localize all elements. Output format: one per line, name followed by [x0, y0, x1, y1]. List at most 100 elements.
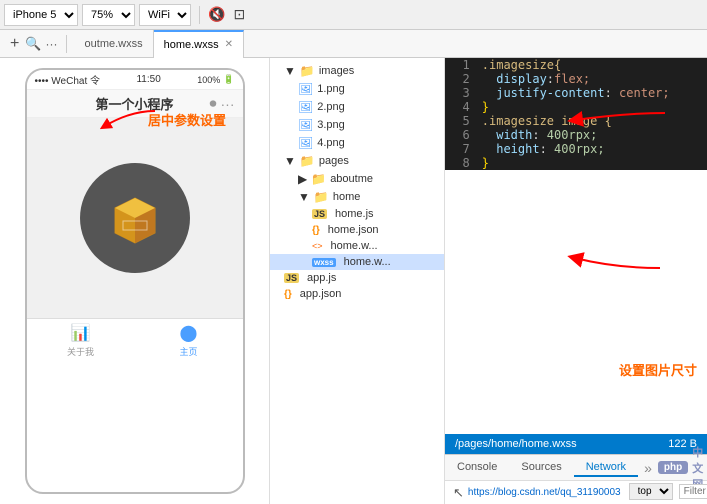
tree-aboutme-folder[interactable]: ▶ 📁 aboutme: [270, 170, 444, 188]
line-content-6: width: 400rpx;: [478, 128, 707, 142]
chevron-right-icon-aboutme: ▶: [298, 172, 307, 186]
phone-tab-home[interactable]: ⬤ 主页: [135, 319, 243, 362]
pages-folder-icon: 📁: [300, 154, 315, 168]
tree-home-wxml[interactable]: <> home.w...: [270, 238, 444, 254]
toolbar-separator-1: [199, 6, 200, 24]
battery-label: 100%: [197, 75, 220, 85]
phone-time: 11:50: [136, 74, 160, 85]
tree-app-js[interactable]: JS app.js: [270, 270, 444, 286]
tree-3png[interactable]: 🖼 3.png: [270, 116, 444, 134]
image-icon-4: 🖼: [298, 136, 313, 150]
aboutme-folder-icon: 📁: [311, 172, 326, 186]
filter-input[interactable]: [679, 484, 707, 499]
filter-row: top: [621, 483, 707, 502]
tab-more-button[interactable]: ···: [42, 37, 62, 51]
phone-image-circle: [80, 163, 190, 273]
bottom-tab-sources[interactable]: Sources: [509, 459, 573, 477]
code-editor[interactable]: 1 .imagesize{ 2 display:flex; 3 justify-…: [445, 58, 707, 170]
phone-tab-about-label: 关于我: [67, 345, 94, 358]
phone-tab-about[interactable]: 📊 关于我: [27, 319, 135, 362]
code-line-7: 7 height: 400rpx;: [445, 142, 707, 156]
line-content-2: display:flex;: [478, 72, 707, 86]
json-file-icon: {}: [312, 225, 320, 236]
phone-nav-title: 第一个小程序: [95, 94, 173, 113]
tree-pages-label: pages: [319, 155, 349, 167]
right-panel: 1 .imagesize{ 2 display:flex; 3 justify-…: [445, 58, 707, 504]
bottom-tab-console[interactable]: Console: [445, 459, 509, 477]
tree-4png-label: 4.png: [317, 137, 345, 149]
device-select[interactable]: iPhone 5: [4, 4, 78, 26]
tab-outme-wxss[interactable]: outme.wxss: [75, 30, 154, 58]
mute-button[interactable]: 🔇: [204, 4, 229, 25]
js-file-icon: JS: [312, 209, 327, 219]
code-line-6: 6 width: 400rpx;: [445, 128, 707, 142]
code-line-4: 4 }: [445, 100, 707, 114]
bottom-tab-network[interactable]: Network: [574, 459, 638, 477]
chevron-down-icon-pages: ▼: [284, 154, 296, 168]
phone-nav-bar: 第一个小程序 ··· ⏺: [27, 90, 243, 118]
tree-app-js-label: app.js: [307, 272, 336, 284]
folder-icon: 📁: [300, 64, 315, 78]
tab-home-label: home.wxss: [164, 39, 219, 51]
line-content-8: }: [478, 156, 707, 170]
battery-icon: 🔋: [223, 74, 234, 85]
network-select[interactable]: WiFi: [139, 4, 191, 26]
app-json-icon: {}: [284, 289, 292, 300]
fullscreen-button[interactable]: ⊡: [229, 4, 249, 25]
tree-2png[interactable]: 🖼 2.png: [270, 98, 444, 116]
chevron-down-icon: ▼: [284, 64, 296, 78]
cursor-icon: ↖: [453, 485, 464, 501]
tree-images-folder[interactable]: ▼ 📁 images: [270, 62, 444, 80]
phone-nav-dots: ···: [221, 96, 235, 112]
phone-simulator: •••• WeChat 令 11:50 100% 🔋 第一个小程序 ··· ⏺: [0, 58, 270, 504]
box-svg-icon: [105, 188, 165, 248]
tree-app-json[interactable]: {} app.json: [270, 286, 444, 302]
top-select[interactable]: top: [629, 483, 673, 500]
image-icon-1: 🖼: [298, 82, 313, 96]
file-path: /pages/home/home.wxss: [455, 438, 577, 450]
tab-add-button[interactable]: +: [4, 35, 25, 53]
tree-home-json[interactable]: {} home.json: [270, 222, 444, 238]
wechat-signal: •••• WeChat 令: [35, 72, 101, 87]
tree-home-js[interactable]: JS home.js: [270, 206, 444, 222]
tree-home-label: home: [333, 191, 361, 203]
code-line-2: 2 display:flex;: [445, 72, 707, 86]
app-js-icon: JS: [284, 273, 299, 283]
tree-1png[interactable]: 🖼 1.png: [270, 80, 444, 98]
phone-tab-about-icon: 📊: [71, 323, 91, 343]
line-num-1: 1: [445, 58, 478, 72]
wxss-file-icon: wxss: [312, 258, 336, 267]
code-editor-container: 1 .imagesize{ 2 display:flex; 3 justify-…: [445, 58, 707, 434]
bottom-tab-more[interactable]: »: [638, 460, 658, 476]
tree-home-js-label: home.js: [335, 208, 374, 220]
tree-4png[interactable]: 🖼 4.png: [270, 134, 444, 152]
tab-home-wxss[interactable]: home.wxss ✕: [154, 30, 244, 58]
tab-search-button[interactable]: 🔍: [25, 36, 41, 52]
zoom-select[interactable]: 75%: [82, 4, 135, 26]
line-content-4: }: [478, 100, 707, 114]
tree-home-folder[interactable]: ▼ 📁 home: [270, 188, 444, 206]
tree-app-json-label: app.json: [300, 288, 342, 300]
image-icon-3: 🖼: [298, 118, 313, 132]
tab-outme-label: outme.wxss: [85, 38, 143, 50]
phone-tab-home-label: 主页: [179, 345, 197, 358]
phone-annotation-container: •••• WeChat 令 11:50 100% 🔋 第一个小程序 ··· ⏺: [0, 58, 269, 504]
main-area: •••• WeChat 令 11:50 100% 🔋 第一个小程序 ··· ⏺: [0, 58, 707, 504]
code-line-5: 5 .imagesize image {: [445, 114, 707, 128]
tree-pages-folder[interactable]: ▼ 📁 pages: [270, 152, 444, 170]
phone-status-icons: 100% 🔋: [197, 74, 234, 85]
code-line-1: 1 .imagesize{: [445, 58, 707, 72]
bottom-left-controls: ↖ https://blog.csdn.net/qq_31190003: [453, 485, 621, 501]
code-line-8: 8 }: [445, 156, 707, 170]
file-tree-panel: ▼ 📁 images 🖼 1.png 🖼 2.png 🖼 3.png 🖼 4.p…: [270, 58, 445, 504]
tab-close-icon[interactable]: ✕: [225, 39, 233, 50]
code-lines: 1 .imagesize{ 2 display:flex; 3 justify-…: [445, 58, 707, 170]
tab-bar-left: + 🔍 ···: [0, 35, 75, 53]
annotation-image-size: 设置图片尺寸: [619, 360, 697, 379]
tree-3png-label: 3.png: [317, 119, 345, 131]
tree-home-wxss[interactable]: wxss home.w...: [270, 254, 444, 270]
line-content-5: .imagesize image {: [478, 114, 707, 128]
tree-2png-label: 2.png: [317, 101, 345, 113]
tab-bar: + 🔍 ··· outme.wxss home.wxss ✕: [0, 30, 707, 58]
tree-home-wxss-label: home.w...: [344, 256, 391, 268]
